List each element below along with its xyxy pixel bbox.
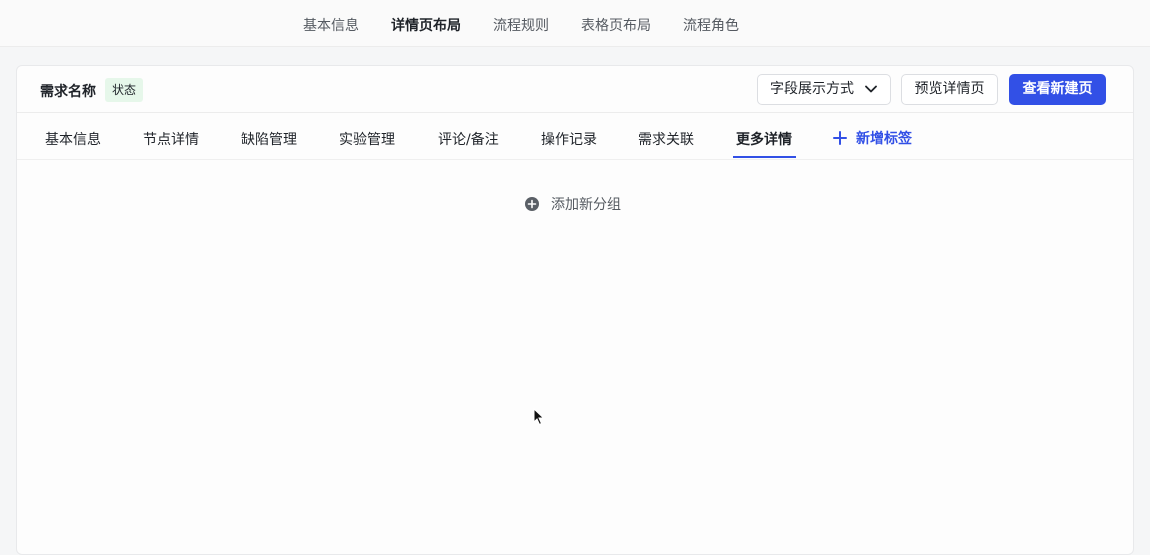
tab-experiment-management[interactable]: 实验管理 bbox=[339, 129, 395, 149]
top-nav: 基本信息 详情页布局 流程规则 表格页布局 流程角色 bbox=[0, 0, 1150, 47]
detail-layout-card: 需求名称 状态 字段展示方式 预览详情页 查看新建页 基本信息 节点详情 缺陷管… bbox=[16, 65, 1134, 555]
top-tab-flow-rules[interactable]: 流程规则 bbox=[493, 15, 549, 35]
add-tab-label: 新增标签 bbox=[856, 131, 912, 147]
add-group-label: 添加新分组 bbox=[551, 197, 621, 213]
detail-tabs-bar: 基本信息 节点详情 缺陷管理 实验管理 评论/备注 操作记录 需求关联 更多详情… bbox=[17, 114, 1133, 160]
status-badge: 状态 bbox=[105, 78, 144, 102]
top-tab-detail-layout[interactable]: 详情页布局 bbox=[391, 15, 461, 35]
tab-more-details[interactable]: 更多详情 bbox=[736, 129, 792, 149]
add-tab-button[interactable]: 新增标签 bbox=[833, 128, 912, 148]
tab-operation-log[interactable]: 操作记录 bbox=[541, 129, 597, 149]
tab-comments-notes[interactable]: 评论/备注 bbox=[438, 129, 499, 149]
view-new-page-button[interactable]: 查看新建页 bbox=[1009, 74, 1106, 105]
tab-basic-info[interactable]: 基本信息 bbox=[45, 129, 101, 149]
field-display-label: 字段展示方式 bbox=[770, 81, 854, 97]
plus-icon bbox=[833, 131, 847, 145]
active-tab-indicator bbox=[733, 156, 796, 158]
plus-circle-icon bbox=[525, 197, 539, 211]
top-tab-flow-roles[interactable]: 流程角色 bbox=[683, 15, 739, 35]
tab-node-details[interactable]: 节点详情 bbox=[143, 129, 199, 149]
field-display-dropdown[interactable]: 字段展示方式 bbox=[757, 74, 891, 105]
requirement-name-title: 需求名称 bbox=[40, 84, 96, 100]
preview-detail-button[interactable]: 预览详情页 bbox=[901, 74, 998, 105]
card-header: 需求名称 状态 字段展示方式 预览详情页 查看新建页 bbox=[17, 66, 1133, 113]
tab-defect-management[interactable]: 缺陷管理 bbox=[241, 129, 297, 149]
chevron-down-icon bbox=[865, 85, 877, 93]
tab-requirement-links[interactable]: 需求关联 bbox=[638, 129, 694, 149]
top-tab-table-layout[interactable]: 表格页布局 bbox=[581, 15, 651, 35]
top-tab-basic-info[interactable]: 基本信息 bbox=[303, 15, 359, 35]
mouse-cursor-icon bbox=[533, 408, 545, 426]
add-group-button[interactable]: 添加新分组 bbox=[525, 194, 621, 214]
